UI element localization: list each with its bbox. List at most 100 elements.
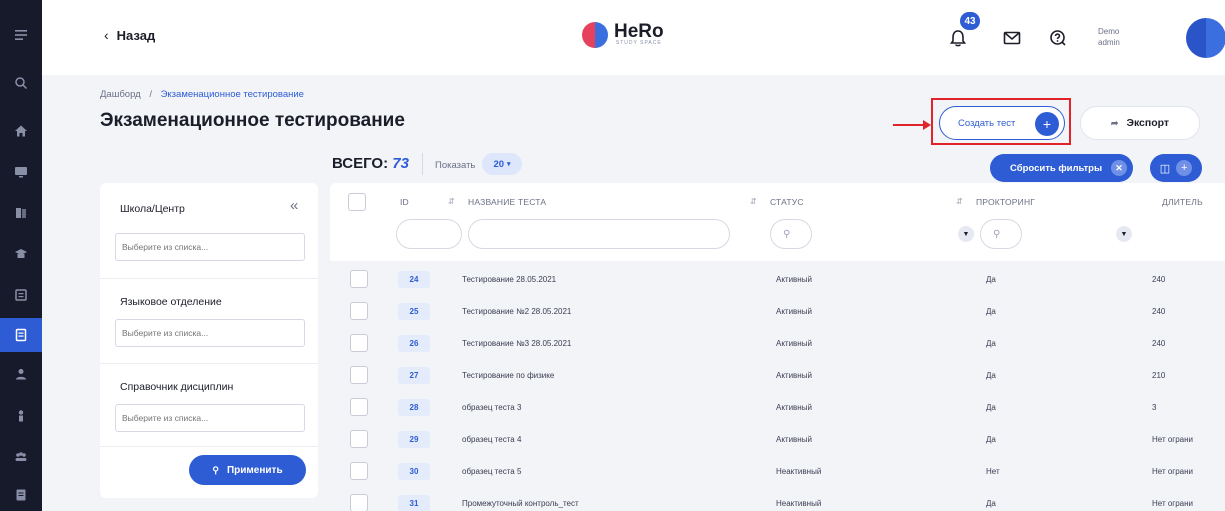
row-id-badge[interactable]: 29 — [398, 431, 430, 448]
table-row[interactable]: 31 Промежуточный контроль_тест Неактивный Д… — [330, 488, 1225, 511]
column-header-status[interactable]: СТАТУС — [770, 197, 804, 207]
plus-icon: + — [1035, 112, 1059, 136]
row-checkbox[interactable] — [350, 398, 368, 416]
row-id-badge[interactable]: 28 — [398, 399, 430, 416]
table-row[interactable]: 30 образец теста 5 Неактивный Нет Нет ограни — [330, 456, 1225, 488]
help-chat-icon[interactable] — [1048, 28, 1068, 48]
row-checkbox[interactable] — [350, 302, 368, 320]
table-row[interactable]: 26 Тестирование №3 28.05.2021 Активный Да 24… — [330, 328, 1225, 360]
user-info[interactable]: Demo admin — [1098, 26, 1120, 48]
table-row[interactable]: 27 Тестирование по физике Активный Да 210 — [330, 360, 1225, 392]
user-group-icon[interactable] — [0, 357, 42, 391]
divider — [422, 153, 423, 175]
home-icon[interactable] — [0, 114, 42, 148]
page-size-select[interactable]: 20 ▾ — [482, 153, 522, 175]
top-bar: ‹ Назад HeRo STUDY SPACE 43 Demo admin — [42, 0, 1225, 75]
row-test-name[interactable]: образец теста 5 — [462, 467, 521, 476]
row-checkbox[interactable] — [350, 334, 368, 352]
sort-icon[interactable]: ⇵ — [956, 197, 963, 206]
table-row[interactable]: 28 образец теста 3 Активный Да 3 — [330, 392, 1225, 424]
school-filter-input[interactable] — [115, 233, 305, 261]
row-id-badge[interactable]: 27 — [398, 367, 430, 384]
avatar[interactable] — [1186, 18, 1225, 58]
notification-count-badge: 43 — [960, 12, 980, 30]
create-test-label: Создать тест — [958, 117, 1016, 129]
row-test-name[interactable]: Тестирование №3 28.05.2021 — [462, 339, 571, 348]
teacher-icon[interactable] — [0, 399, 42, 433]
row-id-badge[interactable]: 31 — [398, 495, 430, 511]
search-icon: ⚲ — [993, 228, 1001, 240]
select-all-checkbox[interactable] — [348, 193, 366, 211]
row-checkbox[interactable] — [350, 366, 368, 384]
collapse-panel-icon[interactable]: « — [290, 197, 298, 214]
row-id-badge[interactable]: 25 — [398, 303, 430, 320]
row-test-name[interactable]: Тестирование 28.05.2021 — [462, 275, 556, 284]
row-checkbox[interactable] — [350, 494, 368, 511]
column-header-proctoring[interactable]: ПРОКТОРИНГ — [976, 197, 1035, 207]
row-duration: 240 — [1152, 275, 1166, 284]
sort-icon[interactable]: ⇵ — [448, 197, 455, 206]
table-row[interactable]: 29 образец теста 4 Активный Да Нет ограни — [330, 424, 1225, 456]
row-test-name[interactable]: Тестирование по физике — [462, 371, 554, 380]
columns-button[interactable]: ◫ + — [1150, 154, 1202, 182]
column-header-duration[interactable]: ДЛИТЕЛЬ — [1162, 197, 1203, 207]
id-filter-input[interactable] — [396, 219, 462, 249]
table-row[interactable]: 24 Тестирование 28.05.2021 Активный Да 240 — [330, 264, 1225, 296]
filter-divider — [100, 278, 318, 279]
page-size-label: Показать — [435, 160, 476, 171]
name-filter-input[interactable] — [468, 219, 730, 249]
row-test-name[interactable]: образец теста 3 — [462, 403, 521, 412]
row-checkbox[interactable] — [350, 270, 368, 288]
row-test-name[interactable]: образец теста 4 — [462, 435, 521, 444]
reset-filters-button[interactable]: Сбросить фильтры ✕ — [990, 154, 1133, 182]
graduation-cap-icon[interactable] — [0, 237, 42, 271]
row-id-badge[interactable]: 26 — [398, 335, 430, 352]
row-id-badge[interactable]: 30 — [398, 463, 430, 480]
test-sheet-icon[interactable] — [0, 318, 42, 352]
breadcrumb-root[interactable]: Дашборд — [100, 89, 141, 100]
back-button[interactable]: ‹ Назад — [104, 27, 155, 43]
logo-subtitle: STUDY SPACE — [615, 40, 662, 46]
row-test-name[interactable]: Тестирование №2 28.05.2021 — [462, 307, 571, 316]
table-row[interactable]: 25 Тестирование №2 28.05.2021 Активный Да 24… — [330, 296, 1225, 328]
logo[interactable]: HeRo STUDY SPACE — [582, 22, 664, 48]
certificate-icon[interactable] — [0, 278, 42, 312]
row-checkbox[interactable] — [350, 462, 368, 480]
row-proctoring: Нет — [986, 467, 1000, 476]
total-count: ВСЕГО: 73 — [332, 155, 409, 172]
chevron-down-icon[interactable]: ▼ — [1116, 226, 1132, 242]
breadcrumb-current[interactable]: Экзаменационное тестирование — [161, 89, 304, 100]
export-button[interactable]: ➦ Экспорт — [1080, 106, 1200, 140]
status-filter-input[interactable]: ⚲ — [770, 219, 812, 249]
disciplines-filter-label: Справочник дисциплин — [120, 381, 234, 393]
monitor-icon[interactable] — [0, 155, 42, 189]
row-status: Активный — [776, 339, 812, 348]
disciplines-filter-input[interactable] — [115, 404, 305, 432]
row-duration: 210 — [1152, 371, 1166, 380]
row-proctoring: Да — [986, 403, 996, 412]
row-proctoring: Да — [986, 339, 996, 348]
search-icon[interactable] — [0, 66, 42, 100]
row-status: Активный — [776, 435, 812, 444]
people-icon[interactable] — [0, 440, 42, 474]
apply-filters-button[interactable]: ⚲ Применить — [189, 455, 306, 485]
department-filter-input[interactable] — [115, 319, 305, 347]
search-icon: ⚲ — [212, 464, 219, 475]
reset-filters-label: Сбросить фильтры — [1010, 162, 1103, 174]
document-icon[interactable] — [0, 478, 42, 511]
chevron-down-icon[interactable]: ▼ — [958, 226, 974, 242]
menu-icon[interactable] — [0, 18, 42, 52]
book-icon[interactable] — [0, 196, 42, 230]
proctoring-filter-input[interactable]: ⚲ — [980, 219, 1022, 249]
row-id-badge[interactable]: 24 — [398, 271, 430, 288]
create-test-button[interactable]: Создать тест + — [939, 106, 1065, 140]
column-header-name[interactable]: НАЗВАНИЕ ТЕСТА — [468, 197, 546, 207]
bell-icon[interactable] — [948, 28, 968, 48]
sort-icon[interactable]: ⇵ — [750, 197, 757, 206]
mail-icon[interactable] — [1002, 28, 1022, 48]
column-header-id[interactable]: ID — [400, 197, 409, 207]
row-proctoring: Да — [986, 499, 996, 508]
row-checkbox[interactable] — [350, 430, 368, 448]
department-filter-label: Языковое отделение — [120, 296, 222, 308]
row-test-name[interactable]: Промежуточный контроль_тест — [462, 499, 579, 508]
